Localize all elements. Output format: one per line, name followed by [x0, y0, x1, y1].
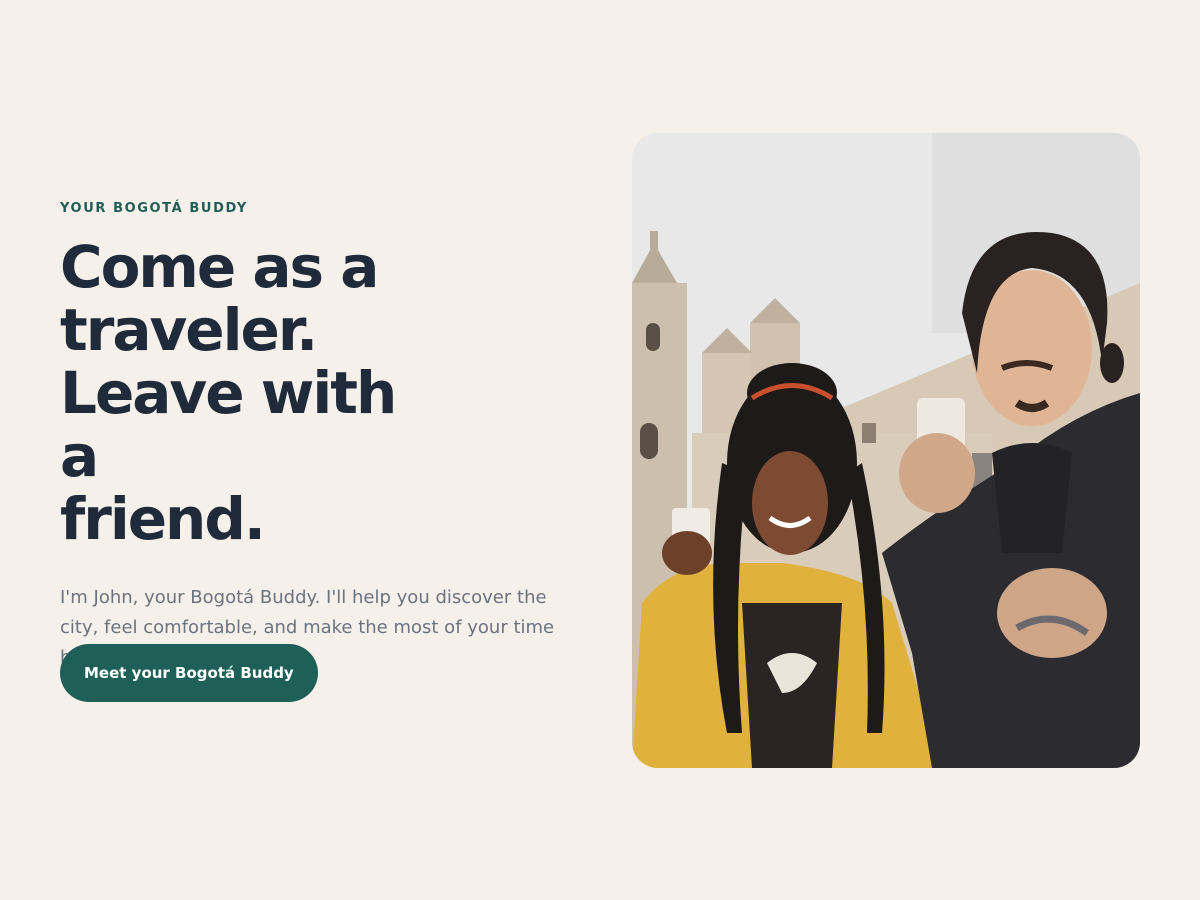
hero-headline: Come as a traveler. Leave with a friend. [60, 236, 420, 551]
headline-line: friend. [60, 485, 266, 553]
hero-photo [632, 133, 1140, 768]
headline-line: Come as a [60, 233, 379, 301]
meet-buddy-button[interactable]: Meet your Bogotá Buddy [60, 644, 318, 702]
headline-line: Leave with a [60, 359, 397, 490]
travelers-photo-icon [632, 133, 1140, 768]
hero-copy: YOUR BOGOTÁ BUDDY Come as a traveler. Le… [60, 200, 580, 673]
eyebrow-label: YOUR BOGOTÁ BUDDY [60, 201, 248, 216]
hero-section: YOUR BOGOTÁ BUDDY Come as a traveler. Le… [0, 0, 1200, 900]
headline-line: traveler. [60, 296, 318, 364]
